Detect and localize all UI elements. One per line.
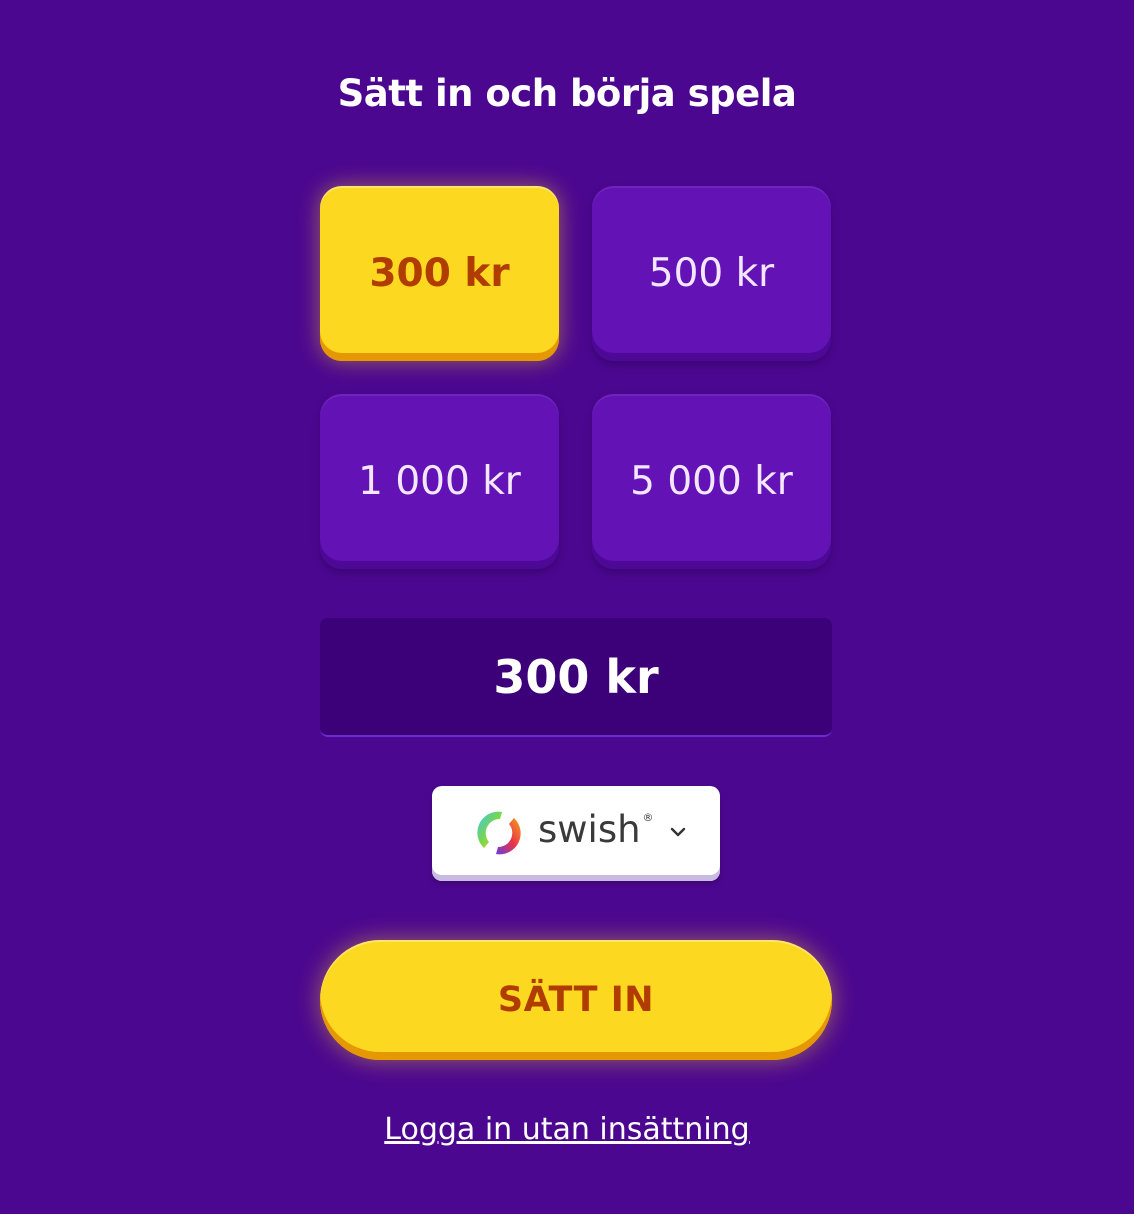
amount-option-500[interactable]: 500 kr	[592, 186, 831, 361]
deposit-button-label: SÄTT IN	[497, 980, 655, 1020]
chevron-down-icon	[670, 827, 686, 837]
amount-option-label: 1 000 kr	[358, 459, 521, 504]
amount-option-5000[interactable]: 5 000 kr	[592, 394, 831, 569]
payment-method-label: swish ®	[538, 808, 654, 851]
deposit-amount-value: 300 kr	[493, 649, 659, 704]
amount-option-label: 300 kr	[369, 251, 510, 296]
amount-option-label: 5 000 kr	[630, 459, 793, 504]
payment-method-select[interactable]: swish ®	[432, 786, 720, 881]
deposit-button[interactable]: SÄTT IN	[320, 940, 832, 1060]
amount-option-1000[interactable]: 1 000 kr	[320, 394, 559, 569]
login-without-deposit-link[interactable]: Logga in utan insättning	[0, 1112, 1134, 1147]
amount-option-label: 500 kr	[648, 251, 775, 296]
amount-option-300[interactable]: 300 kr	[320, 186, 559, 361]
page-title: Sätt in och börja spela	[337, 72, 797, 115]
deposit-amount-input[interactable]: 300 kr	[320, 618, 832, 737]
swish-logo-icon	[477, 811, 521, 855]
